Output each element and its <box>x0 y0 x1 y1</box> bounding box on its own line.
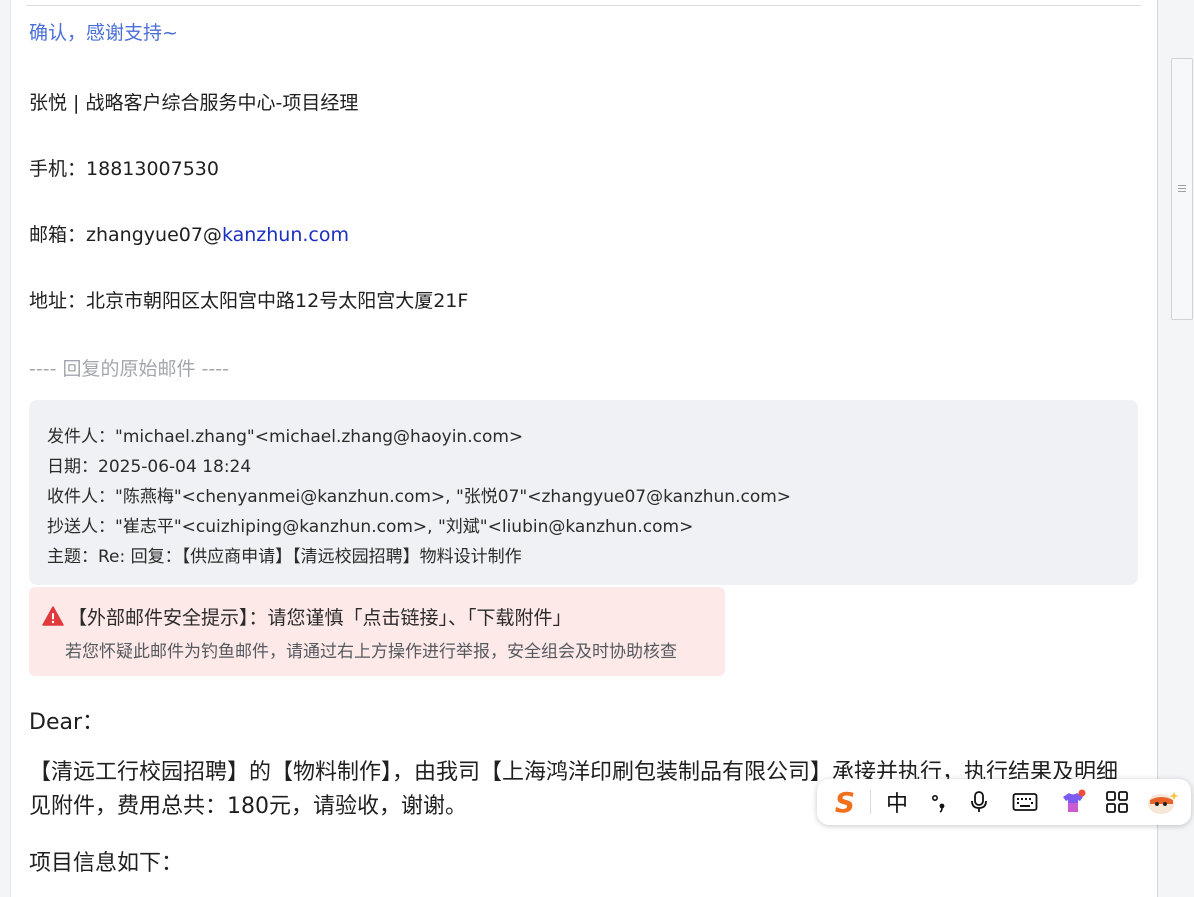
original-subject: 主题：Re: 回复：【供应商申请】【清远校园招聘】物料设计制作 <box>47 547 522 567</box>
original-from: 发件人："michael.zhang"<michael.zhang@haoyin… <box>47 427 524 447</box>
original-cc: 抄送人："崔志平"<cuizhiping@kanzhun.com>, "刘斌"<… <box>47 517 694 537</box>
skin-shirt-icon-svg <box>1063 789 1086 812</box>
security-warning-banner: 【外部邮件安全提示】：请您谨慎「点击链接」、「下载附件」 若您怀疑此邮件为钓鱼邮… <box>29 587 725 676</box>
scroll-grip-icon <box>1178 185 1186 194</box>
address-value: 北京市朝阳区太阳宫中路12号太阳宫大厦21F <box>86 290 469 312</box>
signature-email: 邮箱：zhangyue07@kanzhun.com <box>29 220 349 247</box>
sogou-logo-icon[interactable]: S <box>825 779 865 825</box>
ime-toolbar: S 中 <box>817 779 1191 825</box>
punctuation-icon[interactable] <box>921 779 957 825</box>
email-domain-link[interactable]: kanzhun.com <box>222 224 349 246</box>
signature-name-title: 张悦 | 战略客户综合服务中心-项目经理 <box>29 92 359 114</box>
signature-mobile: 手机：18813007530 <box>29 154 219 181</box>
keyboard-icon-svg <box>1012 793 1038 811</box>
mode-zh-label: 中 <box>885 792 908 817</box>
items-title: 项目信息如下： <box>29 851 184 876</box>
microphone-icon-svg <box>971 791 987 812</box>
mode-zh-button[interactable]: 中 <box>877 779 917 825</box>
left-gutter <box>0 0 11 897</box>
email-label: 邮箱： <box>29 224 87 246</box>
warning-triangle-icon <box>42 606 64 626</box>
skin-shirt-icon[interactable] <box>1053 779 1093 825</box>
signature-address: 地址：北京市朝阳区太阳宫中路12号太阳宫大厦21F <box>29 286 468 313</box>
mascot-icon-svg <box>1148 792 1179 814</box>
mascot-icon[interactable] <box>1143 779 1183 825</box>
top-divider <box>26 5 1141 6</box>
email-user: zhangyue07@ <box>86 224 222 246</box>
original-date: 日期：2025-06-04 18:24 <box>47 457 252 477</box>
keyboard-icon[interactable] <box>1007 779 1043 825</box>
scrollbar-thumb[interactable] <box>1171 58 1193 320</box>
security-warning-subtitle: 若您怀疑此邮件为钓鱼邮件，请通过右上方操作进行举报，安全组会及时协助核查 <box>65 642 677 662</box>
toolbar-separator <box>870 790 871 814</box>
thanks-line: 确认，感谢支持~ <box>29 22 178 44</box>
grid-apps-icon-svg <box>1106 791 1128 813</box>
original-mail-header: 发件人："michael.zhang"<michael.zhang@haoyin… <box>29 400 1138 585</box>
greeting: Dear： <box>29 710 105 735</box>
address-label: 地址： <box>29 290 87 312</box>
grid-apps-icon[interactable] <box>1099 779 1135 825</box>
security-warning-title: 【外部邮件安全提示】：请您谨慎「点击链接」、「下载附件」 <box>68 607 572 629</box>
mobile-value: 18813007530 <box>86 158 219 180</box>
sogou-logo-text: S <box>834 785 856 819</box>
microphone-icon[interactable] <box>961 779 997 825</box>
original-mail-divider: ---- 回复的原始邮件 ---- <box>29 358 229 380</box>
original-to: 收件人："陈燕梅"<chenyanmei@kanzhun.com>, "张悦07… <box>47 487 792 507</box>
punctuation-icon-svg <box>932 795 945 813</box>
mobile-label: 手机： <box>29 158 87 180</box>
